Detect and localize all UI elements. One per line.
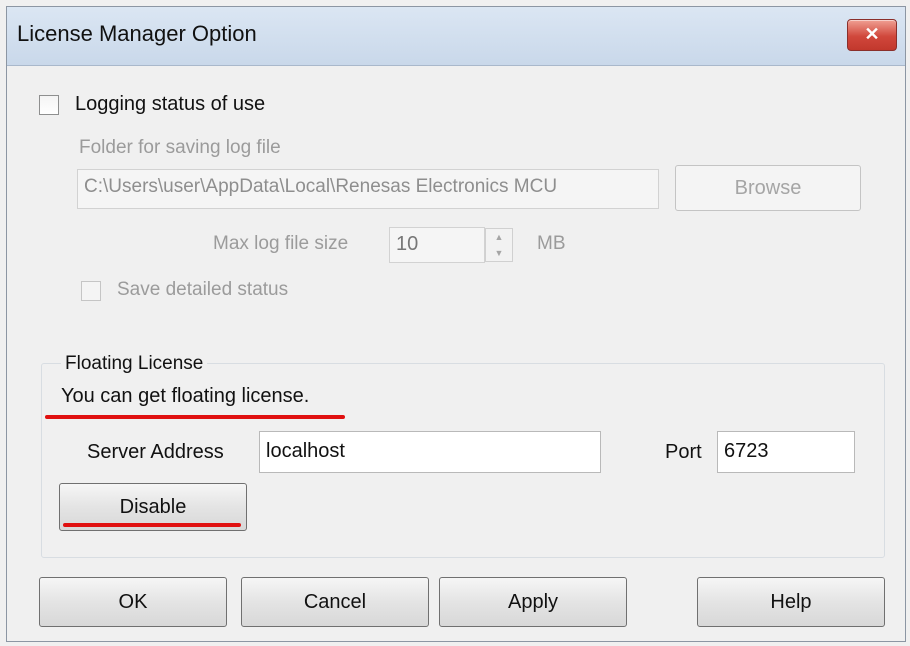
floating-license-group-title: Floating License [61,353,208,375]
spin-down-icon[interactable]: ▼ [486,245,512,261]
ok-button[interactable]: OK [39,577,227,627]
save-detailed-checkbox[interactable] [81,281,101,301]
log-folder-label: Folder for saving log file [79,137,281,158]
server-address-input[interactable]: localhost [259,431,601,473]
spin-up-icon[interactable]: ▲ [486,229,512,245]
max-log-size-spinner[interactable]: ▲ ▼ [485,228,513,262]
status-annotation-underline [45,415,345,419]
port-input[interactable]: 6723 [717,431,855,473]
disable-annotation-underline [63,523,241,527]
close-icon: ✕ [864,24,880,44]
help-button[interactable]: Help [697,577,885,627]
port-label: Port [665,441,702,463]
apply-button[interactable]: Apply [439,577,627,627]
cancel-button[interactable]: Cancel [241,577,429,627]
license-manager-dialog: License Manager Option ✕ Logging status … [6,6,906,642]
logging-status-checkbox[interactable] [39,95,59,115]
floating-license-status: You can get floating license. [61,385,310,407]
save-detailed-label[interactable]: Save detailed status [117,279,288,301]
close-button[interactable]: ✕ [847,19,897,51]
server-address-label: Server Address [87,441,224,463]
browse-button[interactable]: Browse [675,165,861,211]
title-bar[interactable]: License Manager Option ✕ [7,7,905,66]
window-title: License Manager Option [17,21,257,46]
logging-status-label[interactable]: Logging status of use [75,93,265,116]
max-log-size-unit: MB [537,233,566,254]
max-log-size-input[interactable]: 10 [389,227,485,263]
log-folder-input[interactable]: C:\Users\user\AppData\Local\Renesas Elec… [77,169,659,209]
max-log-size-label: Max log file size [213,233,349,254]
